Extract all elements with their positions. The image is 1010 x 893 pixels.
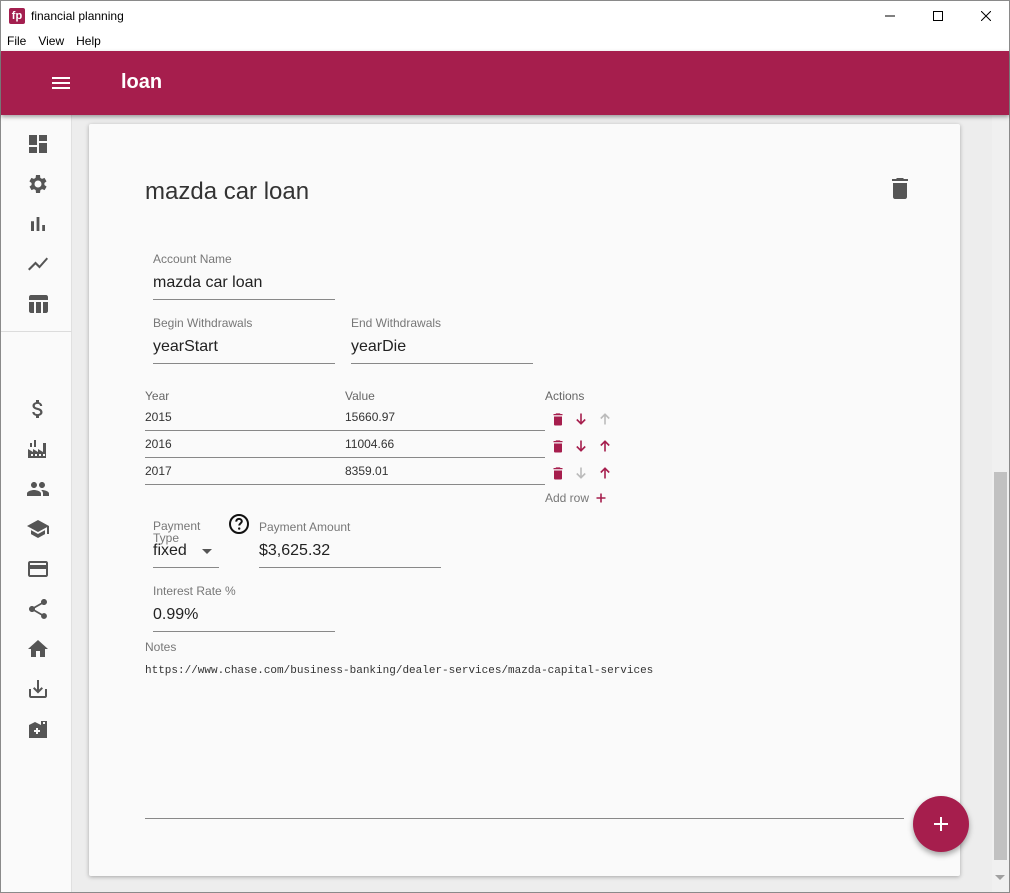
close-icon: [981, 11, 991, 21]
delete-row-icon[interactable]: [551, 439, 565, 453]
table-header-value: Value: [345, 389, 375, 403]
move-down-icon-disabled: [576, 467, 586, 479]
trending-icon[interactable]: [26, 252, 50, 276]
table-icon[interactable]: [26, 292, 50, 316]
table-cell-year[interactable]: 2015: [145, 410, 172, 424]
sidebar-divider: [1, 331, 72, 332]
table-header-year: Year: [145, 389, 170, 403]
factory-icon[interactable]: [26, 437, 50, 461]
app-header: loan: [1, 51, 1009, 115]
maximize-button[interactable]: [915, 1, 961, 31]
move-up-icon[interactable]: [598, 439, 612, 453]
plus-icon: [934, 817, 948, 831]
dashboard-icon[interactable]: [26, 132, 50, 156]
share-icon[interactable]: [26, 597, 50, 621]
payment-amount-input[interactable]: $3,625.32: [259, 542, 330, 560]
school-icon[interactable]: [26, 517, 50, 541]
page-title: loan: [121, 71, 163, 93]
vertical-scrollbar[interactable]: [992, 115, 1009, 892]
end-withdrawals-label: End Withdrawals: [351, 316, 442, 330]
menu-bar: File View Help: [1, 31, 1009, 51]
table-row-divider: [145, 457, 545, 458]
delete-row-icon[interactable]: [551, 412, 565, 426]
download-icon[interactable]: [26, 677, 50, 701]
account-name-label: Account Name: [153, 252, 232, 266]
interest-rate-input[interactable]: 0.99%: [153, 606, 198, 624]
scrollbar-thumb[interactable]: [994, 472, 1007, 860]
interest-rate-field[interactable]: Interest Rate % 0.99%: [153, 584, 335, 632]
table-header-actions: Actions: [545, 389, 585, 403]
add-fab-button[interactable]: [913, 796, 969, 852]
delete-account-icon[interactable]: [890, 176, 910, 200]
minimize-icon: [885, 15, 895, 17]
menu-view[interactable]: View: [32, 31, 70, 51]
help-icon[interactable]: [228, 513, 250, 535]
end-withdrawals-field[interactable]: End Withdrawals yearDie: [351, 316, 533, 364]
credit-card-icon[interactable]: [26, 557, 50, 581]
begin-withdrawals-underline: [153, 363, 335, 364]
card-title: mazda car loan: [145, 178, 310, 205]
menu-file[interactable]: File: [1, 31, 32, 51]
dollar-icon[interactable]: [26, 397, 50, 421]
maximize-icon: [933, 11, 943, 21]
window-title: financial planning: [31, 9, 124, 23]
payment-amount-underline: [259, 567, 441, 568]
title-bar: fp financial planning: [1, 1, 1009, 31]
hospital-icon[interactable]: [26, 717, 50, 741]
payment-type-underline: [153, 567, 219, 568]
move-down-icon[interactable]: [574, 439, 588, 453]
menu-hamburger-icon[interactable]: [51, 73, 71, 93]
app-logo-icon: fp: [9, 8, 25, 24]
payment-amount-field[interactable]: Payment Amount $3,625.32: [259, 520, 441, 568]
add-row-button[interactable]: Add row: [545, 491, 589, 505]
bar-chart-icon[interactable]: [26, 212, 50, 236]
table-cell-year[interactable]: 2016: [145, 437, 172, 451]
chevron-down-icon[interactable]: [202, 549, 212, 554]
table-cell-year[interactable]: 2017: [145, 464, 172, 478]
notes-textarea[interactable]: https://www.chase.com/business-banking/d…: [145, 665, 653, 677]
menu-help[interactable]: Help: [70, 31, 107, 51]
end-withdrawals-underline: [351, 363, 533, 364]
delete-row-icon[interactable]: [551, 466, 565, 480]
table-cell-value[interactable]: 11004.66: [345, 437, 394, 451]
notes-underline: [145, 818, 904, 819]
table-row-divider: [145, 430, 545, 431]
home-icon[interactable]: [26, 637, 50, 661]
begin-withdrawals-field[interactable]: Begin Withdrawals yearStart: [153, 316, 335, 364]
table-cell-value[interactable]: 8359.01: [345, 464, 388, 478]
payment-type-select[interactable]: Payment Type fixed: [153, 520, 219, 568]
interest-rate-underline: [153, 631, 335, 632]
account-name-field[interactable]: Account Name mazda car loan: [153, 252, 335, 300]
begin-withdrawals-label: Begin Withdrawals: [153, 316, 253, 330]
payment-amount-label: Payment Amount: [259, 520, 351, 534]
scroll-down-arrow-icon[interactable]: [995, 875, 1005, 880]
people-icon[interactable]: [26, 477, 50, 501]
minimize-button[interactable]: [867, 1, 913, 31]
begin-withdrawals-input[interactable]: yearStart: [153, 338, 218, 356]
move-up-icon[interactable]: [598, 466, 612, 480]
move-down-icon[interactable]: [574, 412, 588, 426]
notes-label: Notes: [145, 640, 177, 654]
account-name-input[interactable]: mazda car loan: [153, 274, 262, 292]
close-button[interactable]: [963, 1, 1009, 31]
interest-rate-label: Interest Rate %: [153, 584, 236, 598]
settings-icon[interactable]: [26, 172, 50, 196]
end-withdrawals-input[interactable]: yearDie: [351, 338, 406, 356]
add-row-plus-icon[interactable]: [594, 491, 608, 505]
payment-type-label: Payment Type: [153, 519, 201, 545]
table-cell-value[interactable]: 15660.97: [345, 410, 395, 424]
payment-type-value[interactable]: fixed: [153, 542, 187, 560]
loan-card: mazda car loan Account Name mazda car lo…: [89, 124, 960, 876]
move-up-icon-disabled: [600, 413, 610, 425]
sidebar: [1, 115, 72, 892]
table-row-divider: [145, 484, 545, 485]
account-name-underline: [153, 299, 335, 300]
